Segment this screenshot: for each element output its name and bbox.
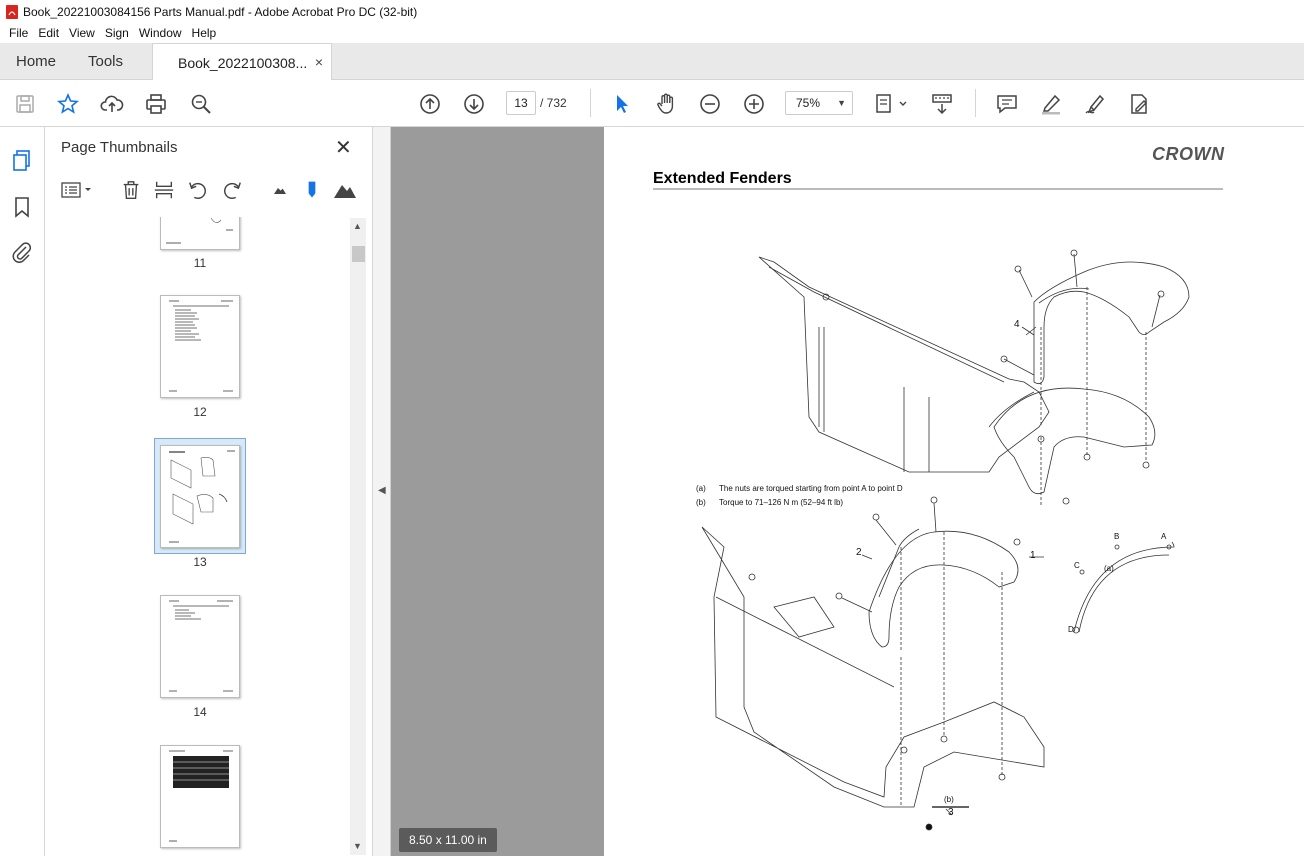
page-up-icon[interactable] [417,91,443,117]
menu-edit[interactable]: Edit [33,26,64,40]
options-icon[interactable] [60,177,94,203]
tab-document-label: Book_2022100308... [178,54,308,71]
rotate-ccw-icon[interactable] [186,177,210,203]
toolbar [0,80,1304,127]
print-icon[interactable] [143,91,169,117]
bookmark-icon[interactable] [10,195,34,219]
tab-bar: Home Tools Book_2022100308... × [0,43,1304,81]
note-text: The nuts are torqued starting from point… [719,484,903,493]
thumbnail-page[interactable] [160,745,240,848]
sign-icon[interactable] [1082,91,1108,117]
acrobat-icon [6,4,18,19]
zoom-select[interactable]: 75% ▼ [785,91,853,115]
search-zoom-icon[interactable] [188,91,214,117]
callout-label: (b) [944,795,954,804]
thumbnail-page[interactable] [160,217,240,250]
left-rail [0,127,45,856]
page-down-icon[interactable] [461,91,487,117]
thumbnail-page[interactable] [160,595,240,698]
panel-title: Page Thumbnails [61,139,178,156]
thumbnail-toolbar [45,177,363,205]
chevron-left-icon: ◀ [378,485,386,496]
menu-bar: File Edit View Sign Window Help [0,23,1304,43]
window-title: Book_20221003084156 Parts Manual.pdf - A… [23,4,418,19]
page-total: / 732 [540,96,567,110]
thumbnail-list[interactable]: 11 12 13 14 [55,217,355,856]
save-icon[interactable] [12,91,38,117]
tab-document[interactable]: Book_2022100308... × [152,43,332,81]
callout-label: C [1074,561,1080,570]
rotate-cw-icon[interactable] [220,177,244,203]
tab-tools[interactable]: Tools [88,43,123,80]
panel-collapse-handle[interactable]: ◀ [373,127,391,856]
toolbar-divider [590,89,591,117]
attachment-icon[interactable] [10,240,34,264]
highlight-icon[interactable] [1038,91,1064,117]
thumbnail-page[interactable] [160,295,240,398]
callout-label: 1 [1030,550,1036,561]
zoom-value: 75% [796,96,821,110]
marker-icon[interactable] [300,177,324,203]
callout-label: 2 [856,547,862,558]
pdf-page[interactable]: CROWN Extended Fenders 4 2 1 3 A B C D (… [604,127,1304,856]
menu-help[interactable]: Help [187,26,222,40]
extract-icon[interactable] [152,177,176,203]
close-icon[interactable]: ✕ [335,135,352,160]
comment-icon[interactable] [994,91,1020,117]
star-icon[interactable] [55,91,81,117]
note-text: Torque to 71–126 N m (52–94 ft lb) [719,498,844,507]
zoom-in-icon[interactable] [741,91,767,117]
menu-window[interactable]: Window [134,26,187,40]
tab-close-icon[interactable]: × [315,54,323,70]
page-fit-icon[interactable] [874,91,910,117]
tab-home[interactable]: Home [16,43,56,80]
thumbnail-label: 12 [193,405,207,419]
menu-file[interactable]: File [4,26,33,40]
upload-icon[interactable] [99,91,125,117]
note-tag: (b) [696,498,706,507]
callout-label: D [1068,625,1074,634]
thumbnails-panel: Page Thumbnails ✕ 11 12 13 14 [45,127,373,856]
page-number-input[interactable]: 13 [506,91,536,115]
callout-label: 3 [948,807,954,818]
thumbnail-label: 11 [193,256,207,270]
callout-label: B [1114,532,1120,541]
thumbnail-label: 14 [193,705,207,719]
small-thumbs-icon[interactable] [268,177,292,203]
title-bar: Book_20221003084156 Parts Manual.pdf - A… [0,0,1304,23]
zoom-out-icon[interactable] [697,91,723,117]
thumbnail-page-current[interactable] [160,445,240,548]
menu-sign[interactable]: Sign [100,26,134,40]
thumbnails-icon[interactable] [10,148,34,172]
menu-view[interactable]: View [64,26,100,40]
toolbar-divider [975,89,976,117]
select-cursor-icon[interactable] [609,91,635,117]
edit-pdf-icon[interactable] [1126,91,1152,117]
callout-label: 4 [1014,319,1020,330]
large-thumbs-icon[interactable] [333,177,357,203]
scroll-down-icon[interactable]: ▼ [353,841,362,851]
thumbnail-label: 13 [193,555,207,569]
note-tag: (a) [696,484,706,493]
hand-icon[interactable] [653,91,679,117]
fender-exploded-diagram [701,249,1190,831]
scroll-thumb[interactable] [352,246,365,262]
callout-label: (a) [1104,564,1114,573]
delete-icon[interactable] [119,177,143,203]
callout-label: A [1161,532,1167,541]
chevron-down-icon: ▼ [837,98,846,108]
page-size-badge: 8.50 x 11.00 in [399,828,497,852]
thumbnail-scrollbar[interactable]: ▲ ▼ [350,218,366,855]
scroll-mode-icon[interactable] [929,91,955,117]
scroll-up-icon[interactable]: ▲ [353,221,362,231]
